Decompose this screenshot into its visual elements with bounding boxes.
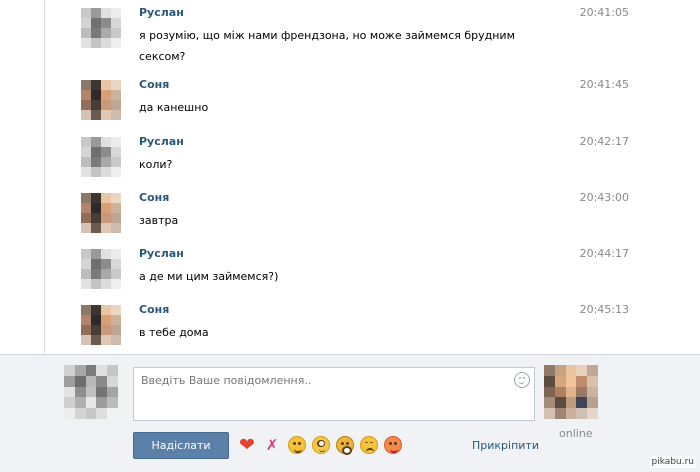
heart-icon[interactable]: ❤ [238,436,256,455]
author-name[interactable]: Руслан [139,6,184,19]
send-button[interactable]: Надіслати [133,432,229,459]
message-row: Руслан 20:42:17 коли? [45,135,700,193]
message-history[interactable]: Руслан 20:41:05 я розумію, що між нами фре… [44,0,700,354]
message-text: завтра [139,210,529,231]
tongue-icon[interactable] [384,436,402,454]
author-avatar[interactable] [81,137,121,177]
author-avatar[interactable] [81,8,121,48]
peer-avatar[interactable] [544,365,598,419]
message-row: Руслан 20:44:17 а де ми цим займемся?) [45,247,700,305]
message-row: Соня 20:43:00 завтра [45,191,700,249]
message-input-box[interactable] [133,367,535,421]
author-name[interactable]: Соня [139,78,169,91]
message-line: коли? [139,158,173,171]
kiss-icon[interactable]: ✗ [262,436,282,454]
message-text: а де ми цим займемся?) [139,266,529,287]
message-text: в тебе дома [139,322,529,343]
message-line: да канешно [139,101,209,114]
message-input[interactable] [134,368,534,420]
message-line: завтра [139,214,179,227]
author-avatar[interactable] [81,249,121,289]
peer-status: online [559,427,593,440]
watermark: pikabu.ru [649,456,696,468]
message-line: а де ми цим займемся?) [139,270,279,283]
author-name[interactable]: Руслан [139,135,184,148]
message-line: сексом? [139,50,186,63]
message-time: 20:45:13 [579,303,629,316]
message-time: 20:41:45 [579,78,629,91]
message-time: 20:43:00 [579,191,629,204]
author-name[interactable]: Руслан [139,247,184,260]
message-line: я розумію, що між нами френдзона, но мож… [139,29,515,42]
message-line: в тебе дома [139,326,209,339]
author-name[interactable]: Соня [139,303,169,316]
message-time: 20:41:05 [579,6,629,19]
emoji-bar: ❤ ✗ [238,434,402,456]
compose-area: online Надіслати ❤ ✗ Прикріпити [0,354,700,472]
flushed-icon[interactable] [312,436,330,454]
author-name[interactable]: Соня [139,191,169,204]
message-time: 20:42:17 [579,135,629,148]
scared-icon[interactable] [336,436,354,455]
message-text: я розумію, що між нами френдзона, но мож… [139,25,529,67]
message-row: Соня 20:41:45 да канешно [45,78,700,136]
author-avatar[interactable] [81,305,121,345]
smile-icon[interactable] [514,372,530,388]
author-avatar[interactable] [81,193,121,233]
message-text: коли? [139,154,529,175]
smile-icon[interactable] [288,436,306,454]
message-row: Руслан 20:41:05 я розумію, що між нами фре… [45,6,700,67]
my-avatar[interactable] [64,365,118,419]
message-text: да канешно [139,97,529,118]
message-time: 20:44:17 [579,247,629,260]
author-avatar[interactable] [81,80,121,120]
tired-icon[interactable] [360,436,378,454]
attach-link[interactable]: Прикріпити [472,439,539,452]
message-row: Соня 20:45:13 в тебе дома [45,303,700,361]
